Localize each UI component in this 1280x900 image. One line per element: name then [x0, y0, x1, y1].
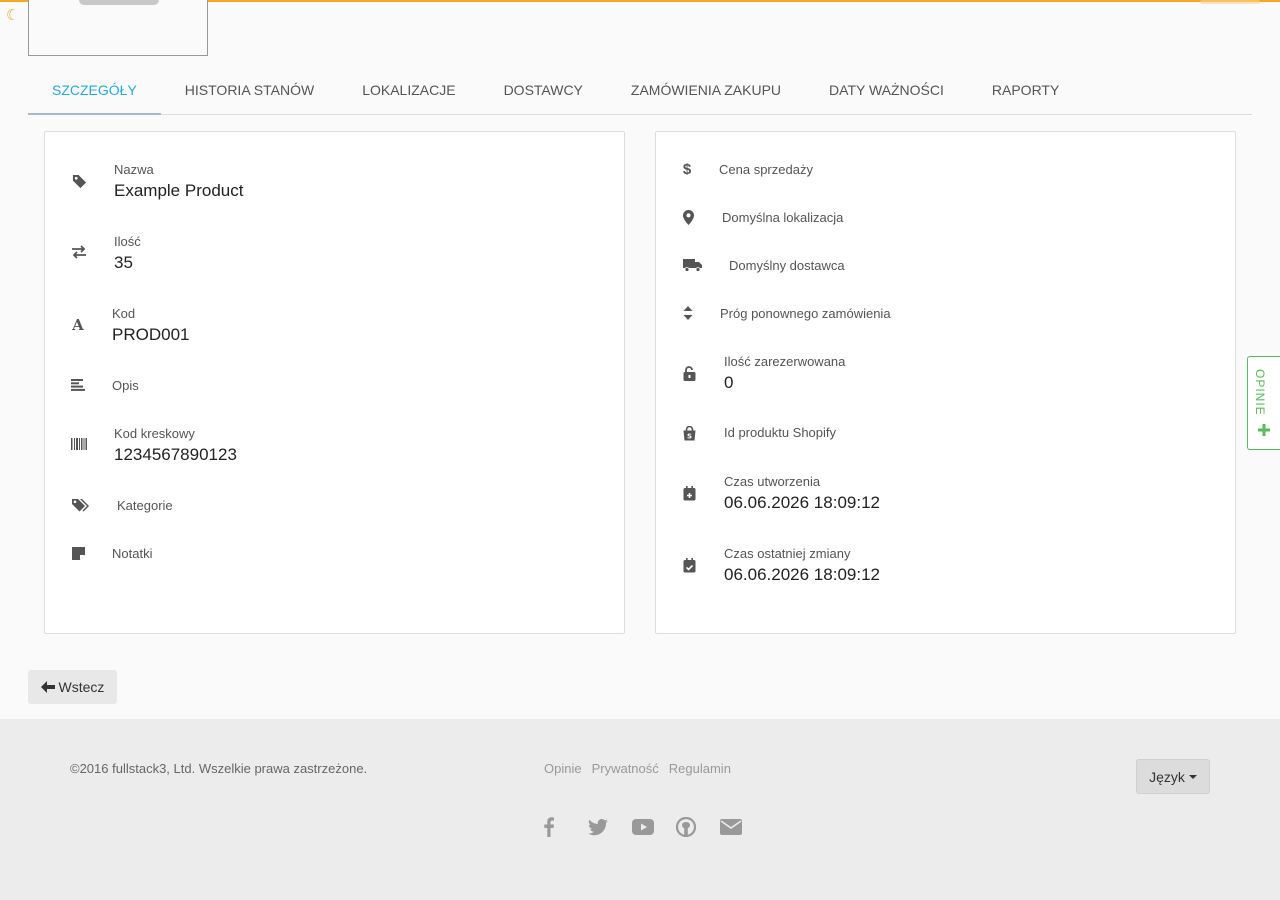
loading-bar-glow [1200, 0, 1260, 4]
sort-icon [679, 304, 697, 322]
github-icon[interactable] [676, 816, 720, 838]
caret-down-icon [1188, 774, 1197, 779]
field-label: Domyślna lokalizacja [722, 210, 844, 225]
youtube-icon[interactable] [632, 816, 676, 838]
field-label: Nazwa [114, 162, 154, 177]
truck-icon [682, 256, 702, 274]
dollar-icon: $ [682, 160, 692, 178]
barcode-icon [70, 435, 88, 453]
language-dropdown-button[interactable]: Język [1136, 759, 1210, 794]
align-left-icon [69, 376, 87, 394]
feedback-side-tab[interactable]: OPINIE [1247, 356, 1280, 450]
field-value: Example Product [114, 181, 244, 200]
image-upload-handle[interactable] [79, 0, 159, 5]
tab-stock-history[interactable]: HISTORIA STANÓW [161, 66, 338, 114]
exchange-icon [70, 243, 88, 261]
tab-expiry-dates[interactable]: DATY WAŻNOŚCI [805, 66, 968, 114]
loading-spinner-icon: ☾ [6, 7, 20, 24]
language-button-label: Język [1149, 768, 1185, 785]
field-label: Opis [112, 378, 139, 393]
social-links [544, 816, 764, 838]
field-label: Czas utworzenia [724, 474, 821, 489]
field-value: 1234567890123 [114, 445, 237, 464]
tab-suppliers[interactable]: DOSTAWCY [480, 66, 607, 114]
footer-link-terms[interactable]: Regulamin [669, 761, 731, 776]
field-label: Ilość zarezerwowana [724, 354, 846, 369]
footer-links: Opinie Prywatność Regulamin [544, 761, 731, 776]
plus-icon [1257, 423, 1271, 437]
tab-purchase-orders[interactable]: ZAMÓWIENIA ZAKUPU [607, 66, 805, 114]
field-value: 35 [114, 253, 133, 272]
product-details-card: Nazwa Example Product Ilość 35 A Kod PRO… [44, 131, 625, 634]
copyright-text: ©2016 fullstack3, Ltd. Wszelkie prawa za… [70, 761, 368, 776]
field-label: Notatki [112, 546, 153, 561]
envelope-icon[interactable] [720, 816, 764, 838]
product-image-placeholder[interactable] [28, 0, 208, 56]
field-label: Kod [112, 306, 136, 321]
back-button-label: Wstecz [58, 679, 105, 695]
twitter-icon[interactable] [588, 816, 632, 838]
calendar-plus-icon [680, 484, 698, 502]
facebook-icon[interactable] [544, 816, 588, 838]
product-tabs: SZCZEGÓŁY HISTORIA STANÓW LOKALIZACJE DO… [28, 66, 1252, 115]
field-label: Domyślny dostawca [729, 258, 845, 273]
tags-icon [71, 496, 91, 514]
field-label: Id produktu Shopify [724, 425, 837, 440]
field-label: Kategorie [117, 498, 173, 513]
field-value: PROD001 [112, 325, 190, 344]
field-label: Czas ostatniej zmiany [724, 546, 851, 561]
font-icon: A [72, 316, 84, 334]
map-marker-icon [679, 208, 697, 226]
shopify-icon: S [680, 424, 698, 442]
footer-link-feedback[interactable]: Opinie [544, 761, 582, 776]
page-footer: ©2016 fullstack3, Ltd. Wszelkie prawa za… [0, 719, 1280, 900]
tab-reports[interactable]: RAPORTY [968, 66, 1083, 114]
sticky-note-icon [69, 544, 87, 562]
field-label: Próg ponownego zamówienia [720, 306, 891, 321]
product-extra-card: $ Cena sprzedaży Domyślna lokalizacja Do… [655, 131, 1236, 634]
tab-locations[interactable]: LOKALIZACJE [338, 66, 479, 114]
back-button[interactable]: Wstecz [28, 670, 117, 704]
field-label: Kod kreskowy [114, 426, 195, 441]
unlock-icon [680, 364, 698, 382]
feedback-tab-label: OPINIE [1253, 369, 1267, 416]
field-label: Cena sprzedaży [719, 162, 813, 177]
field-value: 06.06.2026 18:09:12 [724, 565, 880, 584]
svg-text:S: S [686, 432, 691, 440]
tag-icon [70, 172, 88, 190]
tab-details[interactable]: SZCZEGÓŁY [28, 66, 161, 115]
field-value: 0 [724, 373, 734, 392]
field-value: 06.06.2026 18:09:12 [724, 493, 880, 512]
field-label: Ilość [114, 234, 141, 249]
footer-link-privacy[interactable]: Prywatność [592, 761, 659, 776]
calendar-check-icon [680, 556, 698, 574]
arrow-left-icon [40, 681, 55, 693]
